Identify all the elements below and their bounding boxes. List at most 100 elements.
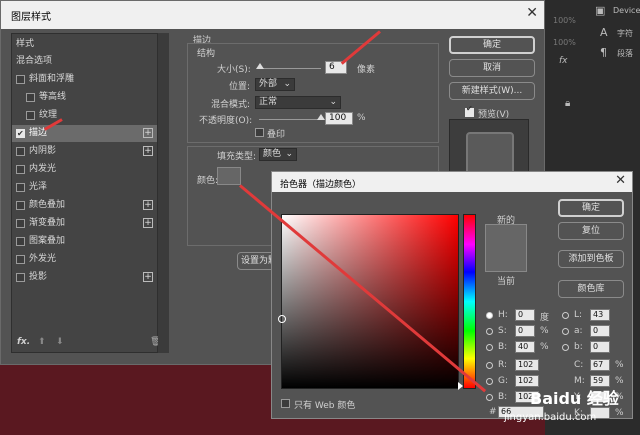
- styles-scrollbar[interactable]: [158, 33, 169, 353]
- style-checkbox[interactable]: [16, 219, 25, 228]
- style-item-label: 颜色叠加: [29, 200, 66, 210]
- style-checkbox[interactable]: [16, 75, 25, 84]
- lab-b-radio[interactable]: [562, 344, 569, 351]
- structure-title: 结构: [197, 49, 216, 59]
- add-to-swatches-button[interactable]: 添加到色板: [558, 250, 624, 268]
- picker-ok-button[interactable]: 确定: [558, 199, 624, 217]
- web-only-checkbox[interactable]: [281, 399, 290, 408]
- lab-b-input[interactable]: 0: [590, 341, 610, 353]
- style-item[interactable]: 外发光: [12, 251, 157, 268]
- cancel-button[interactable]: 取消: [449, 59, 535, 77]
- fx-button[interactable]: fx.: [17, 337, 30, 347]
- s-radio[interactable]: [486, 328, 493, 335]
- style-item[interactable]: 描边+: [12, 125, 157, 142]
- style-item[interactable]: 内阴影 +: [12, 143, 157, 160]
- add-effect-icon[interactable]: +: [143, 146, 153, 156]
- c-input[interactable]: 67: [590, 359, 610, 371]
- style-item[interactable]: 内发光: [12, 161, 157, 178]
- fill-type-select[interactable]: 颜色 ⌄: [259, 148, 297, 161]
- b-unit: %: [540, 342, 549, 352]
- r-input[interactable]: 102: [515, 359, 539, 371]
- style-checkbox[interactable]: [16, 201, 25, 210]
- preview-checkbox[interactable]: [465, 104, 474, 117]
- b-input[interactable]: 40: [515, 341, 535, 353]
- style-checkbox[interactable]: [16, 125, 25, 142]
- g-label: G:: [498, 376, 509, 386]
- size-slider-track[interactable]: [259, 68, 321, 69]
- dialog-title: 图层样式: [11, 12, 51, 23]
- hue-slider-marker[interactable]: [458, 382, 463, 390]
- style-item[interactable]: 投影 +: [12, 269, 157, 286]
- add-effect-icon[interactable]: +: [143, 200, 153, 210]
- watermark-logo: Baidu 经验: [530, 389, 619, 408]
- ok-button[interactable]: 确定: [449, 36, 535, 54]
- l-radio[interactable]: [562, 312, 569, 319]
- style-checkbox[interactable]: [16, 147, 25, 156]
- style-item[interactable]: 渐变叠加 +: [12, 215, 157, 232]
- g-radio[interactable]: [486, 378, 493, 385]
- para-panel-label[interactable]: 段落: [617, 48, 633, 59]
- style-checkbox[interactable]: [26, 111, 35, 120]
- stroke-color-swatch[interactable]: [217, 167, 241, 185]
- overprint-label: 叠印: [267, 130, 286, 140]
- style-item[interactable]: 纹理: [12, 107, 157, 124]
- blend-options-item[interactable]: 混合选项: [12, 53, 157, 70]
- layer-style-titlebar: 图层样式 ✕: [1, 1, 544, 29]
- style-item-label: 斜面和浮雕: [29, 74, 75, 84]
- size-slider-knob[interactable]: [256, 63, 265, 69]
- style-checkbox[interactable]: [16, 237, 25, 246]
- style-checkbox[interactable]: [16, 255, 25, 264]
- close-icon[interactable]: ✕: [615, 174, 626, 188]
- style-item[interactable]: 斜面和浮雕: [12, 71, 157, 88]
- h-radio[interactable]: [486, 312, 493, 319]
- style-item[interactable]: 等高线: [12, 89, 157, 106]
- chevron-down-icon: ⌄: [285, 149, 293, 159]
- l-input[interactable]: 43: [590, 309, 610, 321]
- opacity-input[interactable]: 100: [325, 112, 353, 125]
- r-radio[interactable]: [486, 362, 493, 369]
- style-item[interactable]: 颜色叠加 +: [12, 197, 157, 214]
- overprint-checkbox[interactable]: [255, 128, 264, 137]
- move-up-icon[interactable]: ⬆: [38, 337, 46, 347]
- device-tab[interactable]: Device: [613, 6, 640, 15]
- blend-mode-label: 混合模式:: [211, 100, 251, 110]
- hue-slider[interactable]: [463, 214, 476, 389]
- blend-mode-select[interactable]: 正常 ⌄: [255, 96, 341, 109]
- close-icon[interactable]: ✕: [526, 6, 538, 20]
- style-item[interactable]: 图案叠加: [12, 233, 157, 250]
- position-select[interactable]: 外部 ⌄: [255, 78, 295, 91]
- h-input[interactable]: 0: [515, 309, 535, 321]
- add-effect-icon[interactable]: +: [143, 218, 153, 228]
- r-label: R:: [498, 360, 508, 370]
- style-checkbox[interactable]: [26, 93, 35, 102]
- position-value: 外部: [259, 79, 278, 89]
- s-input[interactable]: 0: [515, 325, 535, 337]
- para-icon: ¶: [600, 46, 607, 59]
- style-checkbox[interactable]: [16, 273, 25, 282]
- add-effect-icon[interactable]: +: [143, 272, 153, 282]
- style-item[interactable]: 光泽: [12, 179, 157, 196]
- style-item-label: 投影: [29, 272, 48, 282]
- add-effect-icon[interactable]: +: [143, 128, 153, 138]
- color-picker-title: 拾色器（描边颜色）: [280, 180, 362, 190]
- move-down-icon[interactable]: ⬇: [56, 337, 64, 347]
- fx-icon: fx: [559, 56, 568, 66]
- opacity-slider-track[interactable]: [259, 119, 321, 120]
- styles-list: 样式 混合选项 斜面和浮雕等高线纹理描边+ 内阴影 + 内发光光泽颜色叠加 + 渐变叠加 +…: [11, 33, 161, 353]
- styles-header[interactable]: 样式: [12, 36, 157, 53]
- a-input[interactable]: 0: [590, 325, 610, 337]
- style-checkbox[interactable]: [16, 183, 25, 192]
- a-radio[interactable]: [562, 328, 569, 335]
- style-checkbox[interactable]: [16, 165, 25, 174]
- b-radio[interactable]: [486, 344, 493, 351]
- new-style-button[interactable]: 新建样式(W)...: [449, 82, 535, 100]
- blue-radio[interactable]: [486, 394, 493, 401]
- a-label: a:: [574, 326, 583, 336]
- char-panel-label[interactable]: 字符: [617, 28, 633, 39]
- color-libraries-button[interactable]: 颜色库: [558, 280, 624, 298]
- c-unit: %: [615, 360, 624, 370]
- reset-button[interactable]: 复位: [558, 222, 624, 240]
- style-item-label: 外发光: [29, 254, 57, 264]
- color-cursor[interactable]: [278, 315, 286, 323]
- opacity-slider-knob[interactable]: [317, 114, 325, 120]
